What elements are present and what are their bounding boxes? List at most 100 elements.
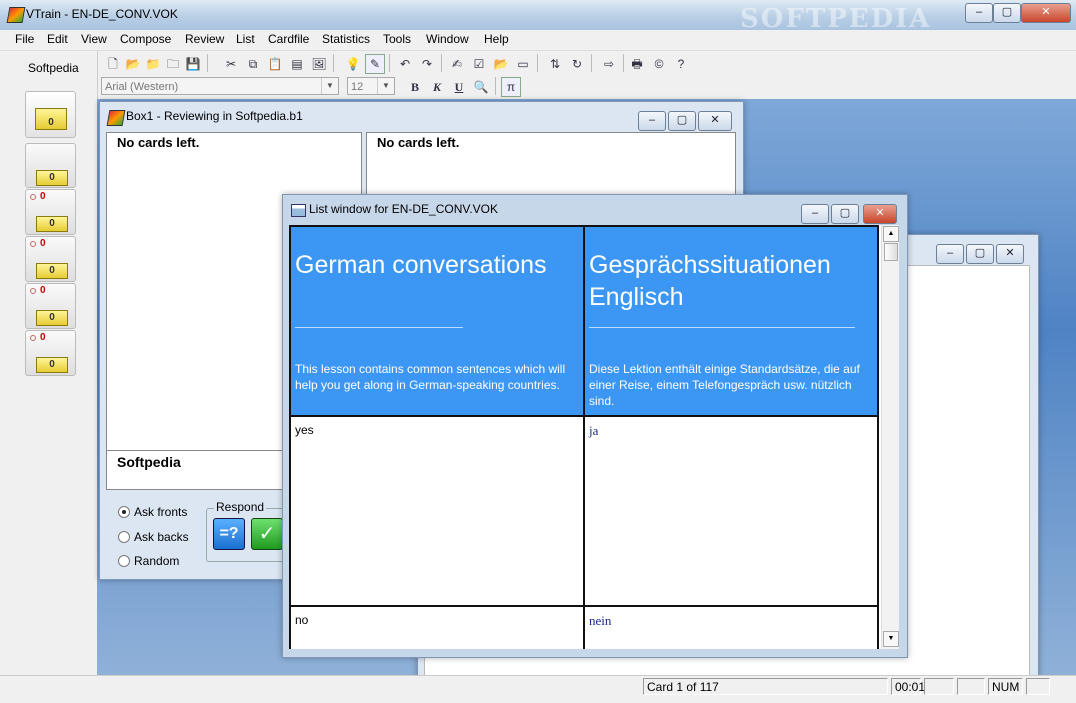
review-window-title: Box1 - Reviewing in Softpedia.b1 xyxy=(126,109,303,123)
help-pointer-icon[interactable]: ? xyxy=(671,54,691,74)
redo-icon[interactable]: ↷ xyxy=(417,54,437,74)
table-row[interactable]: nein xyxy=(583,605,879,649)
box-4[interactable]: 0 0 xyxy=(25,283,76,329)
card-list: German conversations This lesson contain… xyxy=(289,225,899,649)
font-size-select[interactable]: 12 ▼ xyxy=(347,77,395,95)
box-2[interactable]: 0 0 xyxy=(25,189,76,235)
close-button[interactable]: ✕ xyxy=(996,244,1024,264)
back-text: nein xyxy=(589,613,612,628)
check-card-icon[interactable]: ☑ xyxy=(469,54,489,74)
font-name-select[interactable]: Arial (Western) ▼ xyxy=(101,77,339,95)
table-row[interactable]: no xyxy=(289,605,585,649)
front-text: yes xyxy=(295,423,314,437)
box-5[interactable]: 0 0 xyxy=(25,330,76,376)
menu-list[interactable]: List xyxy=(236,32,255,46)
folder-edit-icon[interactable]: 📂 xyxy=(491,54,511,74)
zoom-icon[interactable]: 🔍 xyxy=(471,77,491,97)
correct-button[interactable]: ✓ xyxy=(251,518,283,550)
divider xyxy=(295,327,463,328)
print-icon[interactable]: 🖶 xyxy=(627,54,647,74)
maximize-button[interactable]: ▢ xyxy=(831,204,859,224)
bold-button[interactable]: B xyxy=(405,77,425,97)
pi-symbol-icon[interactable]: π xyxy=(501,77,521,97)
menu-help[interactable]: Help xyxy=(484,32,509,46)
edit-card-icon[interactable]: ✍ xyxy=(447,54,467,74)
sort-az-icon[interactable]: ⇅ xyxy=(545,54,565,74)
status-bar: Card 1 of 117 00:01 NUM xyxy=(0,675,1076,703)
back-text: ja xyxy=(589,423,599,438)
save-icon[interactable]: 💾 xyxy=(183,54,203,74)
minimize-button[interactable]: – xyxy=(638,111,666,131)
toolbar-format: Arial (Western) ▼ 12 ▼ B K U 🔍 π xyxy=(97,75,1076,99)
copyright-icon[interactable]: © xyxy=(649,54,669,74)
maximize-button[interactable]: ▢ xyxy=(993,3,1021,23)
card-edit-icon[interactable]: ✎ xyxy=(365,54,385,74)
menu-statistics[interactable]: Statistics xyxy=(322,32,370,46)
box-main[interactable]: 0 xyxy=(25,91,76,138)
box-1[interactable]: 0 xyxy=(25,143,76,188)
close-button[interactable]: ✕ xyxy=(863,204,897,224)
menu-edit[interactable]: Edit xyxy=(47,32,68,46)
scroll-down-icon[interactable]: ▼ xyxy=(883,631,899,647)
maximize-button[interactable]: ▢ xyxy=(966,244,994,264)
underline-button[interactable]: U xyxy=(449,77,469,97)
review-window-caption: Box1 - Reviewing in Softpedia.b1 – ▢ ✕ xyxy=(100,102,743,131)
menu-view[interactable]: View xyxy=(81,32,107,46)
menu-review[interactable]: Review xyxy=(185,32,224,46)
menu-file[interactable]: File xyxy=(15,32,34,46)
cardfile-label: Softpedia xyxy=(28,61,79,75)
export-icon[interactable]: ⇨ xyxy=(599,54,619,74)
respond-label: Respond xyxy=(214,500,267,514)
copy-icon[interactable]: ⧉ xyxy=(243,54,263,74)
menu-cardfile[interactable]: Cardfile xyxy=(268,32,309,46)
maximize-button[interactable]: ▢ xyxy=(668,111,696,131)
cut-icon[interactable]: ✂ xyxy=(221,54,241,74)
box-3[interactable]: 0 0 xyxy=(25,236,76,282)
minimize-button[interactable]: – xyxy=(965,3,993,23)
divider xyxy=(589,327,855,328)
picture-icon[interactable]: 🖼 xyxy=(309,54,329,74)
header-back-cell[interactable]: Gesprächssituationen Englisch Diese Lekt… xyxy=(583,225,879,417)
header-front-cell[interactable]: German conversations This lesson contain… xyxy=(289,225,585,417)
open-recent-icon[interactable]: 📁 xyxy=(143,54,163,74)
toolbar-main: 🗋 📂 📁 🗀 💾 ✂ ⧉ 📋 ▤ 🖼 💡 ✎ ↶ ↷ ✍ ☑ 📂 ▭ ⇅ ↻ … xyxy=(97,51,1076,75)
add-folder-icon[interactable]: 🗀 xyxy=(163,54,183,74)
vertical-scrollbar[interactable]: ▲ ▼ xyxy=(881,225,899,649)
ask-fronts-radio[interactable] xyxy=(118,506,130,518)
list-window[interactable]: List window for EN-DE_CONV.VOK – ▢ ✕ Ger… xyxy=(282,194,908,658)
table-row[interactable]: ja xyxy=(583,415,879,607)
list-icon xyxy=(291,204,306,217)
box-cube-icon: 0 xyxy=(36,310,68,326)
menu-tools[interactable]: Tools xyxy=(383,32,411,46)
undo-icon[interactable]: ↶ xyxy=(395,54,415,74)
random-radio[interactable] xyxy=(118,555,130,567)
table-row[interactable]: yes xyxy=(289,415,585,607)
box-cube-icon: 0 xyxy=(35,108,67,130)
menu-bar: File Edit View Compose Review List Cardf… xyxy=(0,30,1076,51)
lightbulb-icon[interactable]: 💡 xyxy=(343,54,363,74)
menu-window[interactable]: Window xyxy=(426,32,469,46)
scroll-thumb[interactable] xyxy=(884,243,898,261)
num-lock-indicator: NUM xyxy=(988,678,1023,695)
ask-backs-radio[interactable] xyxy=(118,531,130,543)
menu-compose[interactable]: Compose xyxy=(120,32,171,46)
paste-icon[interactable]: 📋 xyxy=(265,54,285,74)
list-window-caption: List window for EN-DE_CONV.VOK – ▢ ✕ xyxy=(283,195,907,224)
minimize-button[interactable]: – xyxy=(801,204,829,224)
status-empty-3 xyxy=(1026,678,1050,695)
window-icon[interactable]: ▭ xyxy=(513,54,533,74)
italic-button[interactable]: K xyxy=(427,77,447,97)
open-folder-icon[interactable]: 📂 xyxy=(123,54,143,74)
new-file-icon[interactable]: 🗋 xyxy=(103,54,123,74)
close-button[interactable]: ✕ xyxy=(1021,3,1071,23)
app-icon xyxy=(6,7,26,23)
ask-backs-label: Ask backs xyxy=(134,530,189,544)
refresh-icon[interactable]: ↻ xyxy=(567,54,587,74)
lesson-title-en: German conversations xyxy=(295,251,547,279)
minimize-button[interactable]: – xyxy=(936,244,964,264)
insert-icon[interactable]: ▤ xyxy=(287,54,307,74)
box-cube-icon: 0 xyxy=(36,170,68,186)
close-button[interactable]: ✕ xyxy=(698,111,732,131)
show-answer-button[interactable]: =? xyxy=(213,518,245,550)
scroll-up-icon[interactable]: ▲ xyxy=(883,226,899,242)
